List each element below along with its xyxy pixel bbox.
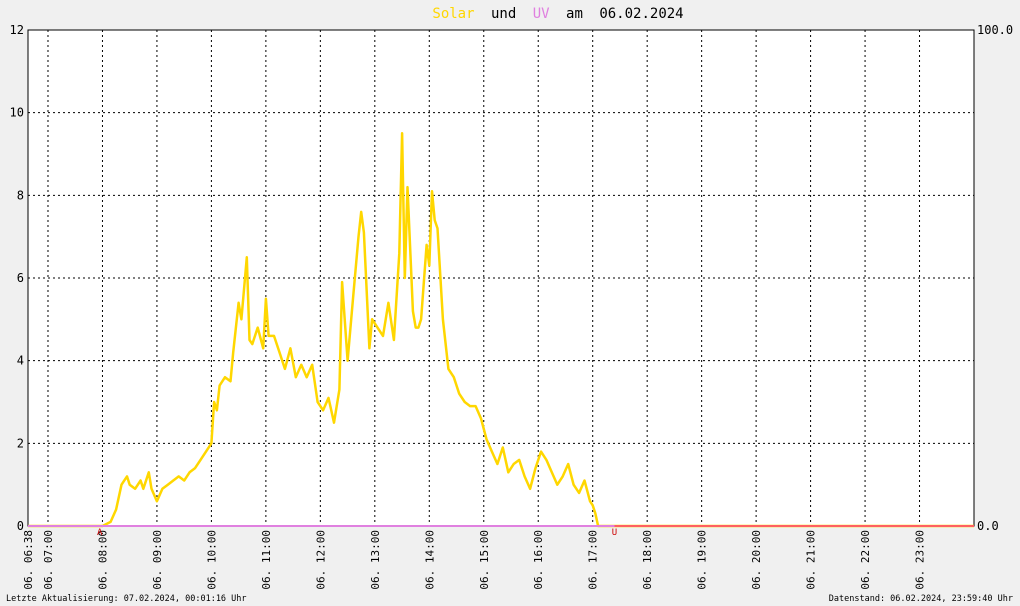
- y-tick-label: 10: [10, 106, 24, 120]
- title-date: 06.02.2024: [599, 6, 683, 22]
- sunrise-marker: A: [97, 528, 103, 538]
- x-tick-label: 06. 22:00: [859, 530, 872, 590]
- y-tick-label: 4: [17, 354, 24, 368]
- y-tick-label: 8: [17, 188, 24, 202]
- x-tick-label: 06. 08:00: [96, 530, 109, 590]
- x-tick-label: 06. 12:00: [314, 530, 327, 590]
- x-tick-label: 06. 11:00: [260, 530, 273, 590]
- y-right-tick-label: 100.0: [977, 23, 1013, 37]
- footer-last-update: Letzte Aktualisierung: 07.02.2024, 00:01…: [6, 594, 247, 604]
- title-und: und: [491, 6, 516, 22]
- x-tick-label: 06. 20:00: [750, 530, 763, 590]
- x-tick-label: 06. 13:00: [369, 530, 382, 590]
- title-am: am: [566, 6, 583, 22]
- footer-data-status: Datenstand: 06.02.2024, 23:59:40 Uhr: [829, 594, 1013, 604]
- x-tick-label: 06. 15:00: [478, 530, 491, 590]
- x-tick-label: 06. 06:38: [22, 530, 35, 590]
- x-tick-label: 06. 19:00: [696, 530, 709, 590]
- x-tick-label: 06. 18:00: [641, 530, 654, 590]
- title-solar: Solar: [432, 6, 474, 22]
- title-uv: UV: [533, 6, 550, 22]
- y-right-tick-label: 0.0: [977, 519, 999, 533]
- solar-uv-chart: 024681012 0.0100.0 06. 06:38 06. 07:00 06.…: [0, 0, 1020, 606]
- x-tick-label: 06. 10:00: [205, 530, 218, 590]
- x-tick-label: 06. 09:00: [151, 530, 164, 590]
- x-tick-label: 06. 16:00: [532, 530, 545, 590]
- x-tick-label: 06. 14:00: [423, 530, 436, 590]
- y-tick-label: 2: [17, 436, 24, 450]
- y-tick-label: 12: [10, 23, 24, 37]
- sunset-marker: U: [612, 528, 617, 538]
- chart-title: Solar und UV am 06.02.2024: [432, 6, 683, 22]
- x-tick-label: 06. 17:00: [587, 530, 600, 590]
- x-tick-label: 06. 23:00: [914, 530, 927, 590]
- x-tick-label: 06. 21:00: [805, 530, 818, 590]
- x-tick-label: 06. 07:00: [42, 530, 55, 590]
- y-tick-label: 6: [17, 271, 24, 285]
